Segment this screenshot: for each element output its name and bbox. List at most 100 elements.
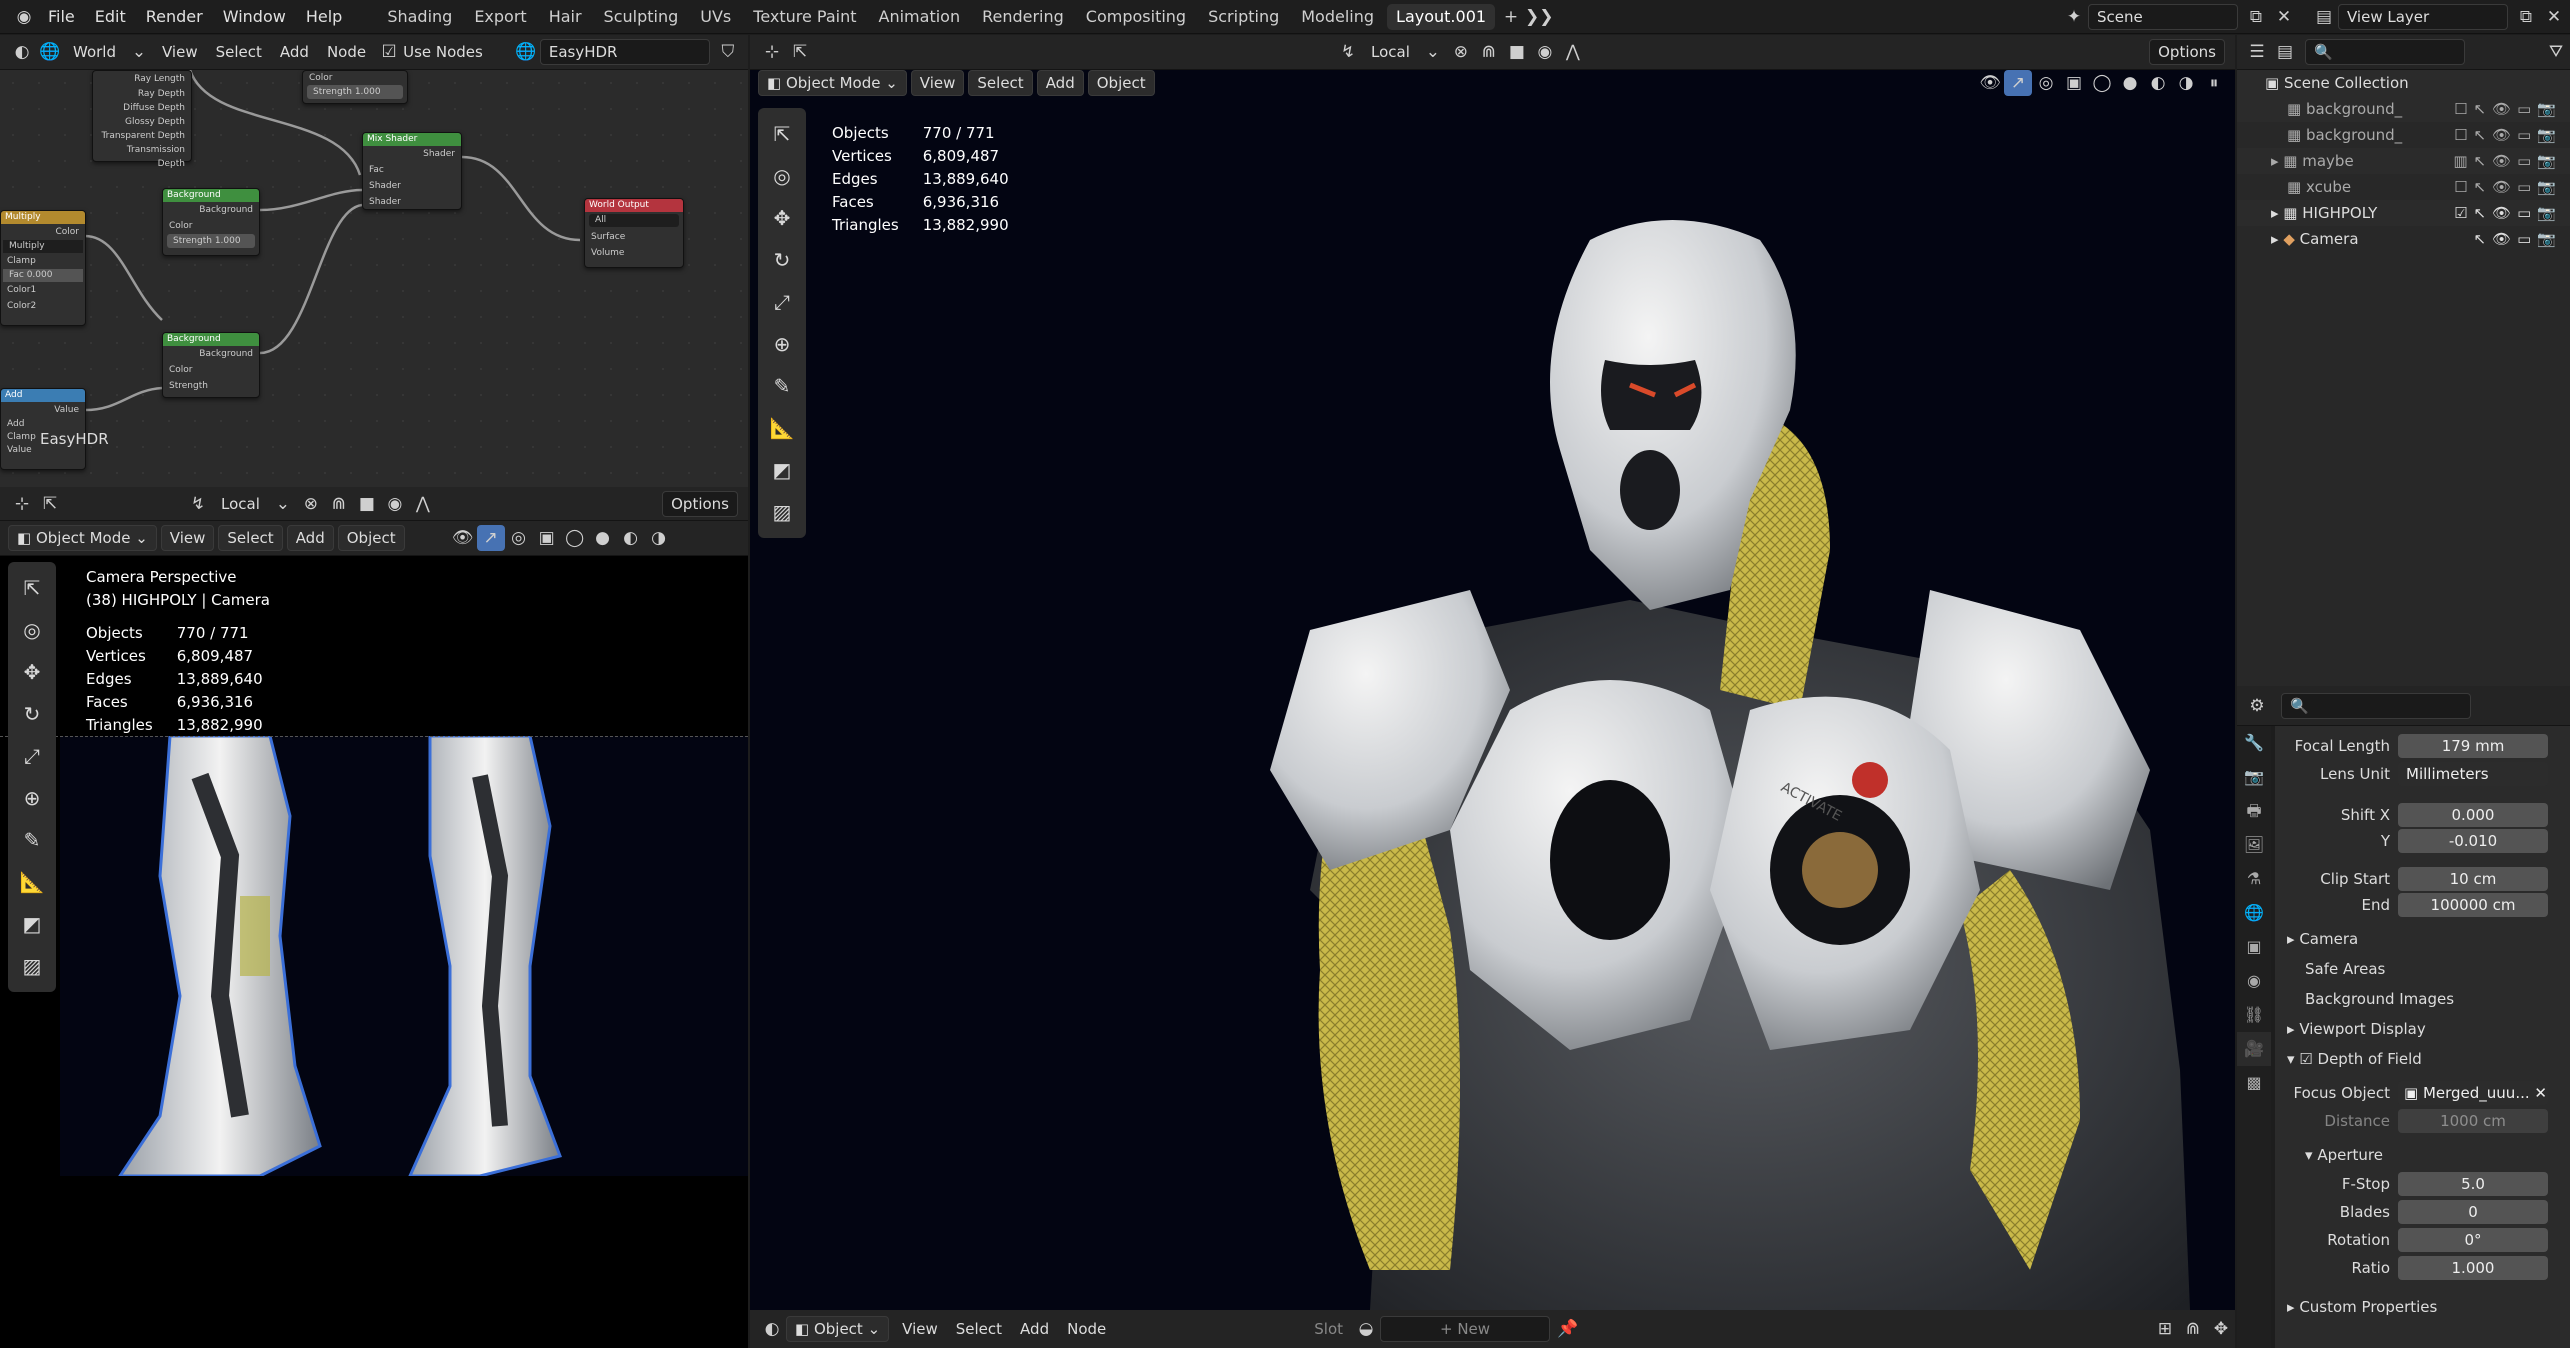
node-editor-canvas[interactable]: Ray Length Ray Depth Diffuse Depth Gloss… <box>0 70 748 490</box>
distance-field[interactable]: 1000 cm <box>2398 1109 2548 1133</box>
ratio-field[interactable]: 1.000 <box>2398 1256 2548 1280</box>
add-cube-tool-icon[interactable]: ◩ <box>762 450 802 490</box>
snap-magnet-icon[interactable]: ⋒ <box>325 491 353 517</box>
select-tool-icon[interactable]: ⇱ <box>762 114 802 154</box>
texture-tab-icon[interactable]: ▩ <box>2237 1066 2271 1100</box>
menu-select[interactable]: Select <box>218 525 283 551</box>
menu-add[interactable]: Add <box>271 43 318 61</box>
tab-animation[interactable]: Animation <box>870 4 970 30</box>
wireframe-shading-icon[interactable]: ◯ <box>561 525 589 551</box>
gizmo-icon[interactable]: ↗ <box>476 525 505 551</box>
xray-icon[interactable]: ▣ <box>2060 70 2088 96</box>
overlay-icon[interactable]: ◎ <box>2032 70 2060 96</box>
transform-orientation-select[interactable]: Local <box>212 495 269 513</box>
select-tool-icon[interactable]: ⇱ <box>12 568 52 608</box>
visibility-toggles-icon[interactable]: ☐↖👁▭📷 <box>2454 122 2562 148</box>
tab-uvs[interactable]: UVs <box>691 4 740 30</box>
close-layer-icon[interactable]: ✕ <box>2540 4 2568 30</box>
transform-orientation-icon[interactable]: ↯ <box>184 491 212 517</box>
rendered-shading-icon[interactable]: ◑ <box>645 525 673 551</box>
lens-unit-select[interactable]: Millimeters <box>2398 762 2548 786</box>
focal-length-field[interactable]: 179 mm <box>2398 734 2548 758</box>
background-node-1[interactable]: Background Background Color Strength 1.0… <box>162 188 260 256</box>
menu-window[interactable]: Window <box>213 0 296 34</box>
menu-add[interactable]: Add <box>1036 70 1084 96</box>
clip-end-field[interactable]: 100000 cm <box>2398 893 2548 917</box>
background-node-top[interactable]: Color Strength 1.000 <box>302 70 408 104</box>
scene-collection-row[interactable]: ▣ Scene Collection <box>2237 70 2570 96</box>
add-plane-tool-icon[interactable]: ▨ <box>12 946 52 986</box>
select-box-icon[interactable]: ⇱ <box>36 491 64 517</box>
snap-icon[interactable]: ⊞ <box>2151 1316 2179 1342</box>
tab-layout-001[interactable]: Layout.001 <box>1387 3 1496 30</box>
outliner-item[interactable]: ▦ background_ ☐↖👁▭📷 <box>2237 122 2570 148</box>
pin-icon[interactable]: 📌 <box>1554 1316 1582 1342</box>
menu-view[interactable]: View <box>893 1320 947 1338</box>
viewport-display-section-header[interactable]: ▸ Viewport Display <box>2275 1014 2570 1044</box>
transform-orientation-select[interactable]: Local <box>1362 43 1419 61</box>
physics-tab-icon[interactable]: ◉ <box>2237 964 2271 998</box>
aperture-section-header[interactable]: ▾ Aperture <box>2275 1140 2570 1170</box>
outliner-item[interactable]: ▸ ▦ maybe ▥↖👁▭📷 <box>2237 148 2570 174</box>
menu-object[interactable]: Object <box>337 525 405 551</box>
annotate-tool-icon[interactable]: ✎ <box>762 366 802 406</box>
proportional-edit-icon[interactable]: ◉ <box>1531 39 1559 65</box>
visibility-icon[interactable]: 👁 <box>1976 70 2004 96</box>
scale-tool-icon[interactable]: ⤢ <box>12 736 52 776</box>
measure-tool-icon[interactable]: 📐 <box>762 408 802 448</box>
add-node[interactable]: Add Value Add Clamp Value <box>0 388 86 470</box>
clip-start-field[interactable]: 10 cm <box>2398 867 2548 891</box>
menu-select[interactable]: Select <box>968 70 1033 96</box>
world-datablock-icon[interactable]: 🌐 <box>512 39 540 65</box>
menu-view[interactable]: View <box>910 70 965 96</box>
bg1-strength[interactable]: Strength 1.000 <box>167 234 255 248</box>
tool-tab-icon[interactable]: 🔧 <box>2237 726 2271 760</box>
outliner-editor-icon[interactable]: ☰ <box>2243 39 2271 65</box>
bg-top-strength[interactable]: Strength 1.000 <box>307 85 403 99</box>
display-mode-icon[interactable]: ▤ <box>2271 39 2299 65</box>
rotate-tool-icon[interactable]: ↻ <box>762 240 802 280</box>
multiply-fac[interactable]: Fac 0.000 <box>3 269 83 282</box>
outliner-item[interactable]: ▸ ◆ Camera ↖👁▭📷 <box>2237 226 2570 252</box>
snap-target-icon[interactable]: ■ <box>1503 39 1531 65</box>
tab-scripting[interactable]: Scripting <box>1199 4 1288 30</box>
move-tool-icon[interactable]: ✥ <box>762 198 802 238</box>
tab-rendering[interactable]: Rendering <box>973 4 1073 30</box>
overlay-icon[interactable]: ◎ <box>505 525 533 551</box>
mode-selector[interactable]: ◧ Object Mode ⌄ <box>758 70 907 96</box>
visibility-toggles-icon[interactable]: ☐↖👁▭📷 <box>2454 174 2562 200</box>
object-tab-icon[interactable]: ▣ <box>2237 930 2271 964</box>
world-output-node[interactable]: World Output All Surface Volume <box>584 198 684 268</box>
view-layer-selector[interactable]: ▤ View Layer ⧉ ✕ <box>2310 3 2568 30</box>
blades-field[interactable]: 0 <box>2398 1200 2548 1224</box>
constraints-tab-icon[interactable]: ⛓ <box>2237 998 2271 1032</box>
outliner-item[interactable]: ▦ xcube ☐↖👁▭📷 <box>2237 174 2570 200</box>
depth-of-field-section-header[interactable]: ▾ ☑ Depth of Field <box>2275 1044 2570 1074</box>
chevron-down-icon[interactable]: ⌄ <box>125 39 153 65</box>
camera-section-header[interactable]: ▸ Camera <box>2275 924 2570 954</box>
fstop-field[interactable]: 5.0 <box>2398 1172 2548 1196</box>
transform-tool-icon[interactable]: ⊕ <box>762 324 802 364</box>
visibility-toggles-icon[interactable]: ↖👁▭📷 <box>2474 226 2562 252</box>
world-tab-icon[interactable]: 🌐 <box>2237 896 2271 930</box>
material-shading-icon[interactable]: ◐ <box>2144 70 2172 96</box>
visibility-toggles-icon[interactable]: ☑↖👁▭📷 <box>2454 200 2562 226</box>
filter-icon[interactable]: ⛛ <box>2542 39 2570 65</box>
output-tab-icon[interactable]: 🖶 <box>2237 794 2271 828</box>
transform-tool-icon[interactable]: ⊕ <box>12 778 52 818</box>
editor-type-icon[interactable]: ◐ <box>758 1316 786 1342</box>
menu-help[interactable]: Help <box>296 0 352 34</box>
rotate-tool-icon[interactable]: ↻ <box>12 694 52 734</box>
world-icon[interactable]: 🌐 <box>36 39 64 65</box>
fake-user-shield-icon[interactable]: ⛉ <box>714 39 742 65</box>
custom-properties-section-header[interactable]: ▸ Custom Properties <box>2275 1292 2570 1322</box>
menu-edit[interactable]: Edit <box>85 0 136 34</box>
chevron-down-icon[interactable]: ⌄ <box>269 491 297 517</box>
camera-data-tab-icon[interactable]: 🎥 <box>2237 1032 2271 1066</box>
shift-y-field[interactable]: -0.010 <box>2398 829 2548 853</box>
main-viewport[interactable]: ACTIVATE ⇱ ◎ ✥ ↻ ⤢ ⊕ ✎ 📐 ◩ ▨ Objects 770 … <box>750 70 2235 1310</box>
visibility-icon[interactable]: 👁 <box>449 525 477 551</box>
rotation-field[interactable]: 0° <box>2398 1228 2548 1252</box>
outliner-item[interactable]: ▸ ▦ HIGHPOLY ☑↖👁▭📷 <box>2237 200 2570 226</box>
menu-node[interactable]: Node <box>1058 1320 1115 1338</box>
